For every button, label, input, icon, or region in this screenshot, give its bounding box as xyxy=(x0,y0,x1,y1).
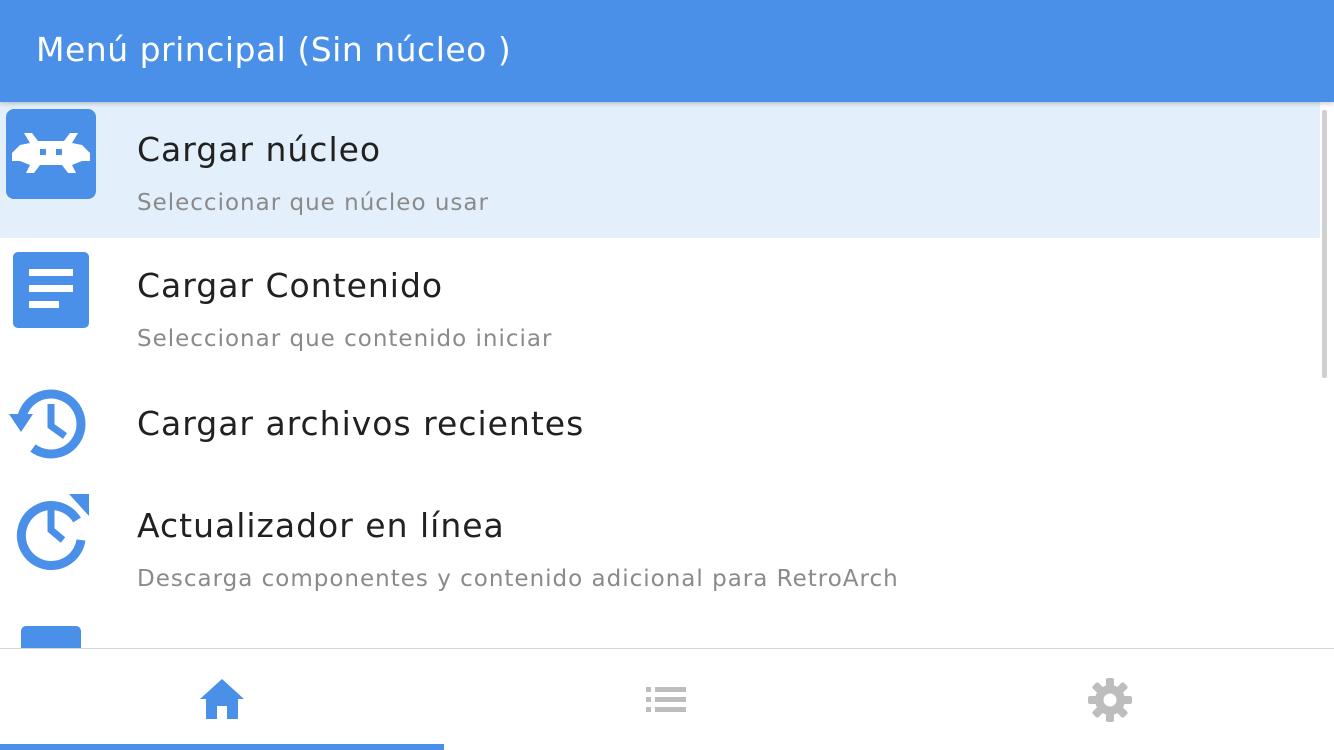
history-icon xyxy=(7,382,95,470)
app-window: Menú principal (Sin núcleo ) Cargar núcl… xyxy=(0,0,1334,750)
tab-settings[interactable] xyxy=(888,649,1332,750)
file-icon xyxy=(13,252,89,332)
menu-list[interactable]: Cargar núcleo Seleccionar que núcleo usa… xyxy=(0,102,1334,648)
retroarch-invader-icon xyxy=(6,109,96,203)
menu-item-online-updater[interactable]: Actualizador en línea Descarga component… xyxy=(0,476,1320,612)
menu-item-title: Cargar archivos recientes xyxy=(137,404,585,443)
gear-icon xyxy=(1088,678,1132,726)
menu-item-load-content[interactable]: Cargar Contenido Seleccionar que conteni… xyxy=(0,238,1320,374)
tab-playlists[interactable] xyxy=(444,649,888,750)
tab-main-menu[interactable] xyxy=(0,649,444,750)
page-title: Menú principal (Sin núcleo ) xyxy=(36,30,512,69)
header-bar: Menú principal (Sin núcleo ) xyxy=(0,0,1334,102)
home-icon xyxy=(200,679,244,723)
menu-item-title: Cargar núcleo xyxy=(137,130,382,169)
menu-item-title: Cargar Contenido xyxy=(137,266,444,305)
bottom-navigation xyxy=(0,648,1334,750)
menu-item-subtitle: Descarga componentes y contenido adicion… xyxy=(137,566,899,592)
menu-item-subtitle: Seleccionar que núcleo usar xyxy=(137,190,489,216)
active-tab-indicator xyxy=(0,744,444,750)
folder-icon xyxy=(21,626,81,648)
menu-item-partial[interactable] xyxy=(0,612,1320,648)
menu-item-load-recent[interactable]: Cargar archivos recientes xyxy=(0,374,1320,476)
menu-item-title: Actualizador en línea xyxy=(137,506,505,545)
menu-item-load-core[interactable]: Cargar núcleo Seleccionar que núcleo usa… xyxy=(0,102,1320,238)
update-icon xyxy=(11,488,93,574)
list-icon xyxy=(646,687,686,717)
scrollbar[interactable] xyxy=(1322,110,1327,378)
menu-item-subtitle: Seleccionar que contenido iniciar xyxy=(137,326,553,352)
